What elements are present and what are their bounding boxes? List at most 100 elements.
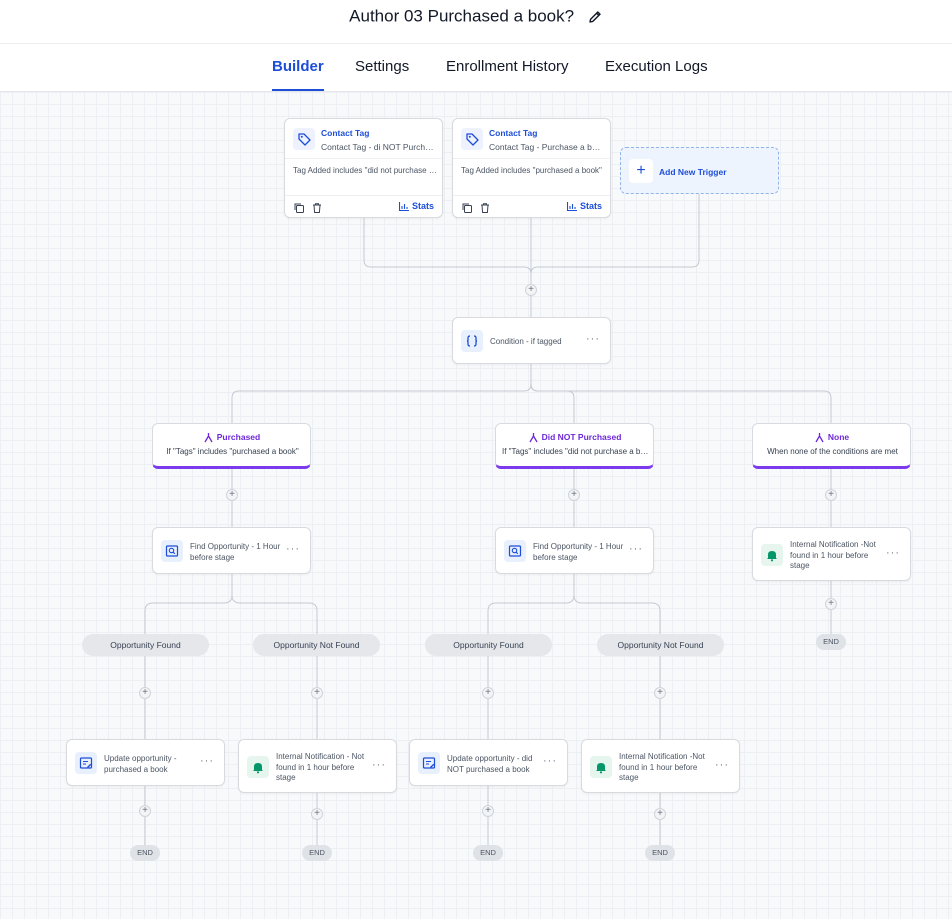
trigger-description: Tag Added includes "purchased a book" (461, 166, 602, 175)
action-label: Update opportunity - purchased a book (104, 754, 177, 774)
trash-icon[interactable] (311, 201, 323, 213)
tab-execution-logs[interactable]: Execution Logs (605, 58, 708, 91)
more-options-icon[interactable]: ··· (200, 755, 214, 767)
branch-description: If "Tags" includes "purchased a book" (166, 447, 299, 456)
internal-notification-node[interactable]: Internal Notification -Not found in 1 ho… (581, 739, 740, 793)
branch-none[interactable]: None When none of the conditions are met (752, 423, 911, 469)
more-options-icon[interactable]: ··· (286, 543, 300, 555)
opportunity-not-found-branch[interactable]: Opportunity Not Found (597, 634, 724, 656)
add-trigger-label: Add New Trigger (659, 167, 727, 177)
branch-name: Did NOT Purchased (541, 432, 622, 442)
trash-icon[interactable] (479, 201, 491, 213)
more-options-icon[interactable]: ··· (372, 759, 386, 771)
trigger-card-purchase[interactable]: Contact Tag Contact Tag - Purchase a boo… (452, 118, 611, 218)
find-opportunity-node[interactable]: Find Opportunity - 1 Hour before stage ·… (495, 527, 654, 574)
branch-purchased[interactable]: Purchased If "Tags" includes "purchased … (152, 423, 311, 469)
add-step-button[interactable]: + (311, 808, 323, 820)
header-divider (0, 43, 952, 44)
stats-button[interactable]: Stats (566, 201, 602, 212)
add-step-button[interactable]: + (482, 687, 494, 699)
branch-title: None (753, 432, 910, 443)
bell-icon (761, 544, 783, 566)
find-opportunity-node[interactable]: Find Opportunity - 1 Hour before stage ·… (152, 527, 311, 574)
branch-title: Did NOT Purchased (496, 432, 653, 443)
stats-label: Stats (579, 201, 602, 211)
trigger-name: Contact Tag - Purchase a book (489, 142, 605, 152)
trigger-description: Tag Added includes "did not purchase a b… (293, 166, 437, 175)
opportunity-not-found-branch[interactable]: Opportunity Not Found (253, 634, 380, 656)
action-label: Update opportunity - did NOT purchased a… (447, 754, 533, 774)
more-options-icon[interactable]: ··· (586, 333, 600, 345)
trigger-type: Contact Tag (321, 128, 370, 138)
curly-braces-icon (461, 330, 483, 352)
tab-enrollment-history[interactable]: Enrollment History (446, 58, 569, 91)
bar-chart-icon (398, 202, 409, 212)
opportunity-found-branch[interactable]: Opportunity Found (82, 634, 209, 656)
bell-icon (590, 756, 612, 778)
more-options-icon[interactable]: ··· (715, 759, 729, 771)
action-label: Internal Notification - Not found in 1 h… (276, 752, 365, 782)
copy-icon[interactable] (461, 201, 473, 213)
branch-did-not-purchased[interactable]: Did NOT Purchased If "Tags" includes "di… (495, 423, 654, 469)
more-options-icon[interactable]: ··· (629, 543, 643, 555)
tab-settings[interactable]: Settings (355, 58, 409, 91)
action-label: Find Opportunity - 1 Hour before stage (533, 542, 624, 562)
plus-icon: + (629, 159, 653, 183)
update-opportunity-node[interactable]: Update opportunity - did NOT purchased a… (409, 739, 568, 786)
edit-opportunity-icon (418, 752, 440, 774)
branch-name: Purchased (216, 432, 261, 442)
tab-builder[interactable]: Builder (272, 58, 324, 91)
stats-button[interactable]: Stats (398, 201, 434, 212)
bar-chart-icon (566, 202, 577, 212)
action-label: Find Opportunity - 1 Hour before stage (190, 542, 281, 562)
internal-notification-node[interactable]: Internal Notification -Not found in 1 ho… (752, 527, 911, 581)
end-marker: END (473, 845, 503, 861)
end-marker: END (302, 845, 332, 861)
add-step-button[interactable]: + (311, 687, 323, 699)
more-options-icon[interactable]: ··· (543, 755, 557, 767)
condition-node[interactable]: Condition - if tagged ··· (452, 317, 611, 364)
add-step-button[interactable]: + (654, 687, 666, 699)
edit-opportunity-icon (75, 752, 97, 774)
branch-name: None (827, 432, 850, 442)
opportunity-found-branch[interactable]: Opportunity Found (425, 634, 552, 656)
branch-description: If "Tags" includes "did not purchase a b… (502, 447, 649, 456)
add-step-button[interactable]: + (568, 489, 580, 501)
action-label: Internal Notification -Not found in 1 ho… (619, 752, 705, 782)
split-branch-icon (204, 433, 213, 443)
add-step-button[interactable]: + (825, 598, 837, 610)
trigger-card-footer: Stats (285, 195, 442, 217)
search-opportunity-icon (161, 540, 183, 562)
copy-icon[interactable] (293, 201, 305, 213)
search-opportunity-icon (504, 540, 526, 562)
split-branch-icon (815, 433, 824, 443)
add-step-button[interactable]: + (139, 805, 151, 817)
pencil-edit-icon[interactable] (587, 9, 603, 25)
add-step-button[interactable]: + (226, 489, 238, 501)
internal-notification-node[interactable]: Internal Notification - Not found in 1 h… (238, 739, 397, 793)
end-marker: END (645, 845, 675, 861)
add-step-button[interactable]: + (654, 808, 666, 820)
tag-icon (461, 128, 483, 150)
end-marker: END (130, 845, 160, 861)
add-new-trigger-button[interactable]: + Add New Trigger (620, 147, 779, 194)
trigger-card-header: Contact Tag Contact Tag - Purchase a boo… (453, 119, 610, 159)
trigger-card-footer: Stats (453, 195, 610, 217)
bell-icon (247, 756, 269, 778)
workflow-header: Author 03 Purchased a book? Builder Sett… (0, 0, 952, 92)
add-step-button[interactable]: + (825, 489, 837, 501)
trigger-card-did-not-purchase[interactable]: Contact Tag Contact Tag - di NOT Purchas… (284, 118, 443, 218)
workflow-title: Author 03 Purchased a book? (349, 6, 575, 26)
tag-icon (293, 128, 315, 150)
add-step-button[interactable]: + (482, 805, 494, 817)
stats-label: Stats (411, 201, 434, 211)
workflow-title-row: Author 03 Purchased a book? (0, 6, 952, 27)
more-options-icon[interactable]: ··· (886, 547, 900, 559)
action-label: Internal Notification -Not found in 1 ho… (790, 540, 876, 570)
condition-label: Condition - if tagged (490, 337, 562, 346)
branch-title: Purchased (153, 432, 310, 443)
update-opportunity-node[interactable]: Update opportunity - purchased a book ··… (66, 739, 225, 786)
add-step-button[interactable]: + (525, 284, 537, 296)
add-step-button[interactable]: + (139, 687, 151, 699)
trigger-card-header: Contact Tag Contact Tag - di NOT Purchas… (285, 119, 442, 159)
